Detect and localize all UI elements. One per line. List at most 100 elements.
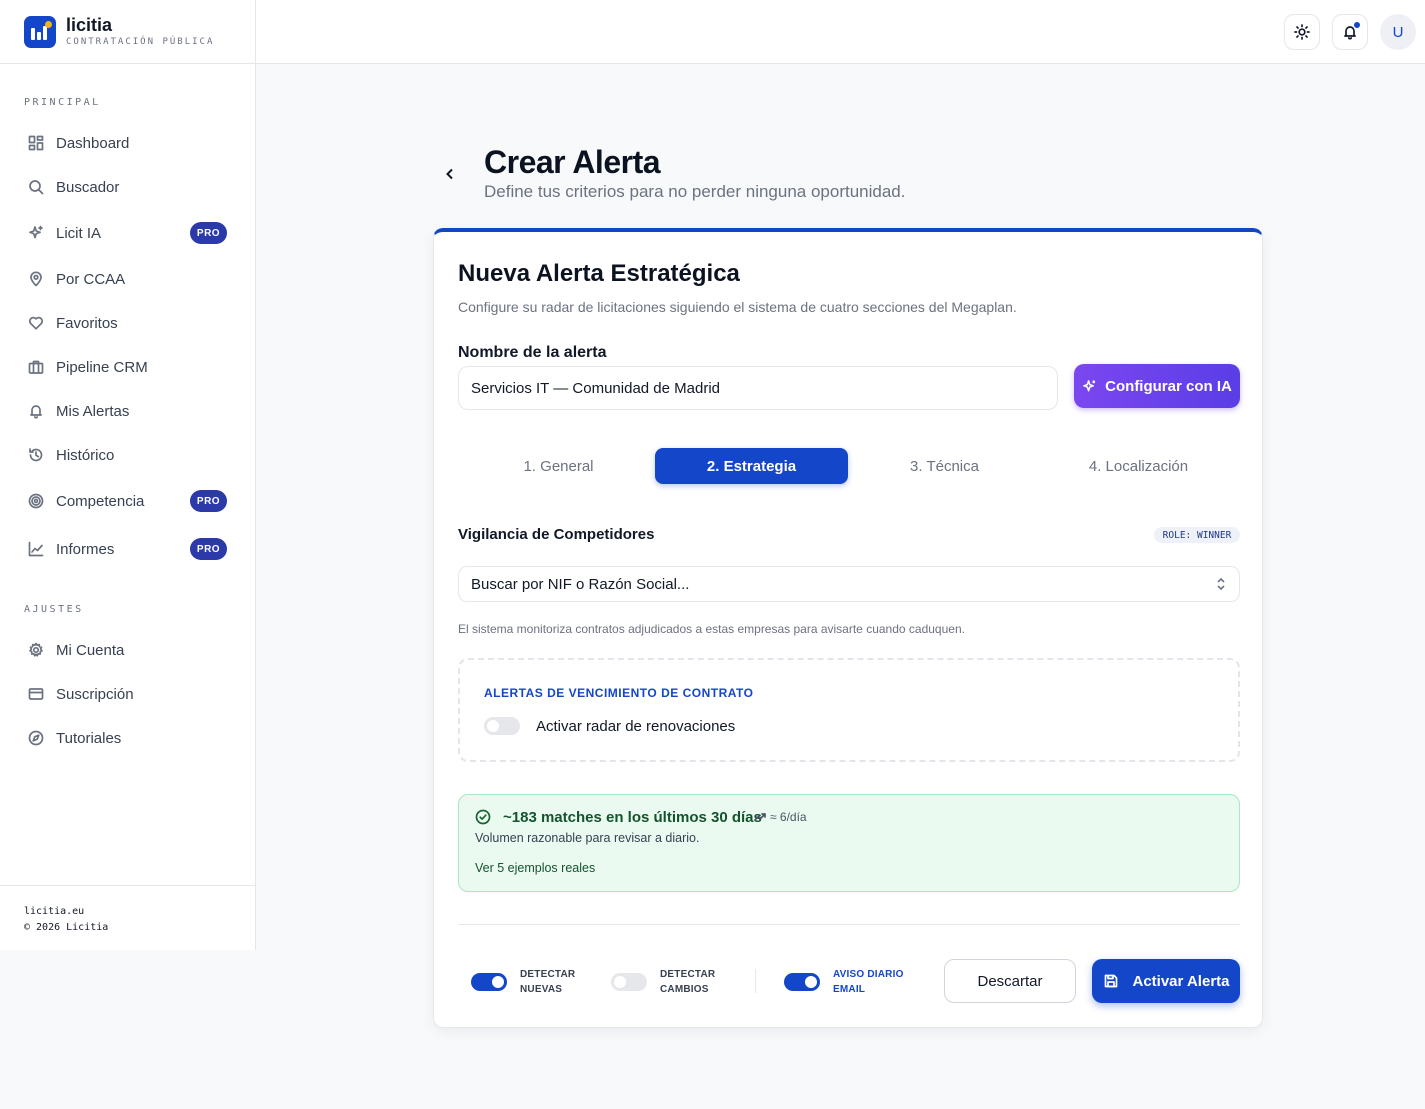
matches-rate: ≈ 6/día	[754, 810, 807, 824]
sidebar-item-dashboard[interactable]: Dashboard	[24, 125, 232, 161]
sidebar-item-informes[interactable]: Informes PRO	[24, 531, 232, 567]
sidebar-item-label: Mi Cuenta	[56, 641, 125, 659]
sidebar-item-historico[interactable]: Histórico	[24, 437, 232, 473]
target-icon	[28, 493, 44, 509]
tab-localizacion[interactable]: 4. Localización	[1042, 448, 1235, 484]
notification-dot	[1353, 21, 1361, 29]
tab-estrategia[interactable]: 2. Estrategia	[655, 448, 848, 484]
role-badge: ROLE: WINNER	[1154, 527, 1240, 543]
option-detect-new[interactable]: DETECTAR NUEVAS	[471, 967, 575, 997]
sidebar-item-label: Dashboard	[56, 134, 130, 152]
daily-email-toggle[interactable]	[784, 973, 820, 991]
expiry-alerts-box: ALERTAS DE VENCIMIENTO DE CONTRATO Activ…	[458, 658, 1240, 762]
examples-link[interactable]: Ver 5 ejemplos reales	[475, 861, 595, 875]
licitia-logo-icon	[24, 15, 56, 48]
footer-site[interactable]: licitia.eu	[24, 904, 232, 920]
compass-icon	[28, 730, 44, 746]
chevron-left-icon	[446, 168, 453, 180]
back-button[interactable]	[440, 163, 460, 185]
detect-new-toggle[interactable]	[471, 973, 507, 991]
history-icon	[28, 447, 44, 463]
sidebar-item-label: Pipeline CRM	[56, 358, 148, 376]
theme-toggle-button[interactable]	[1284, 14, 1320, 50]
search-icon	[28, 179, 44, 195]
tab-tecnica[interactable]: 3. Técnica	[848, 448, 1041, 484]
configure-ia-label: Configurar con IA	[1105, 377, 1232, 395]
brand-name: licitia	[66, 14, 113, 35]
pro-badge: PRO	[190, 222, 227, 244]
topbar: U	[256, 0, 1425, 64]
sidebar-item-licit-ia[interactable]: Licit IA PRO	[24, 215, 232, 251]
radar-label: Activar radar de renovaciones	[536, 717, 736, 735]
sidebar-footer: licitia.eu © 2026 Licitia	[0, 885, 256, 954]
sidebar-item-por-ccaa[interactable]: Por CCAA	[24, 261, 232, 297]
sidebar-item-label: Licit IA	[56, 224, 102, 242]
activate-alert-button[interactable]: Activar Alerta	[1092, 959, 1240, 1003]
section-label-main: PRINCIPAL	[24, 97, 101, 108]
sidebar-item-tutoriales[interactable]: Tutoriales	[24, 720, 232, 756]
divider	[458, 924, 1240, 925]
heart-icon	[28, 315, 44, 331]
chevron-up-down-icon	[1217, 577, 1225, 591]
sidebar: licitia CONTRATACIÓN PÚBLICA PRINCIPAL D…	[0, 0, 256, 950]
sidebar-item-label: Por CCAA	[56, 270, 126, 288]
alert-name-input[interactable]	[458, 366, 1058, 410]
sidebar-item-favoritos[interactable]: Favoritos	[24, 305, 232, 341]
check-circle-icon	[475, 809, 491, 825]
detect-changes-toggle[interactable]	[611, 973, 647, 991]
discard-button[interactable]: Descartar	[944, 959, 1076, 1003]
card-title: Nueva Alerta Estratégica	[458, 260, 740, 287]
sidebar-item-pipeline-crm[interactable]: Pipeline CRM	[24, 349, 232, 385]
matches-subtitle: Volumen razonable para revisar a diario.	[475, 831, 700, 845]
daily-email-label: AVISO DIARIO EMAIL	[833, 969, 904, 995]
sidebar-item-label: Suscripción	[56, 685, 134, 703]
page-title: Crear Alerta	[484, 144, 661, 180]
trending-up-icon	[754, 813, 766, 821]
competitor-search-select[interactable]: Buscar por NIF o Razón Social...	[458, 566, 1240, 602]
option-daily-email[interactable]: AVISO DIARIO EMAIL	[784, 967, 904, 997]
notifications-button[interactable]	[1332, 14, 1368, 50]
card-subtitle: Configure su radar de licitaciones sigui…	[458, 299, 1017, 315]
sidebar-item-label: Favoritos	[56, 314, 118, 332]
sidebar-item-buscador[interactable]: Buscador	[24, 169, 232, 205]
alert-name-label: Nombre de la alerta	[458, 344, 607, 361]
sun-icon	[1294, 24, 1310, 40]
credit-card-icon	[28, 686, 44, 702]
gear-icon	[28, 642, 44, 658]
sidebar-item-suscripcion[interactable]: Suscripción	[24, 676, 232, 712]
map-pin-icon	[28, 271, 44, 287]
brand-subtitle: CONTRATACIÓN PÚBLICA	[66, 36, 215, 47]
sidebar-item-label: Mis Alertas	[56, 402, 130, 420]
avatar[interactable]: U	[1380, 14, 1416, 50]
alert-form-card: Nueva Alerta Estratégica Configure su ra…	[433, 228, 1263, 1028]
select-placeholder: Buscar por NIF o Razón Social...	[471, 575, 690, 593]
dashboard-icon	[28, 135, 44, 151]
sidebar-item-label: Buscador	[56, 178, 120, 196]
radar-row: Activar radar de renovaciones	[484, 717, 735, 735]
tab-general[interactable]: 1. General	[462, 448, 655, 484]
sidebar-item-mi-cuenta[interactable]: Mi Cuenta	[24, 632, 232, 668]
section-title: Vigilancia de Competidores	[458, 526, 655, 543]
sparkles-icon	[28, 225, 44, 241]
footer-copyright: © 2026 Licitia	[24, 922, 109, 933]
detect-changes-label: DETECTAR CAMBIOS	[660, 969, 716, 995]
radar-toggle[interactable]	[484, 717, 520, 735]
detect-new-label: DETECTAR NUEVAS	[520, 969, 576, 995]
chart-line-icon	[28, 541, 44, 557]
pro-badge: PRO	[190, 538, 227, 560]
matches-panel: ~183 matches en los últimos 30 días ≈ 6/…	[458, 794, 1240, 892]
section-label-settings: AJUSTES	[24, 604, 84, 615]
sidebar-item-competencia[interactable]: Competencia PRO	[24, 483, 232, 519]
matches-title: ~183 matches en los últimos 30 días	[503, 809, 762, 826]
matches-rate-value: ≈ 6/día	[770, 810, 807, 824]
brand[interactable]: licitia CONTRATACIÓN PÚBLICA	[0, 0, 255, 64]
pro-badge: PRO	[190, 490, 227, 512]
activate-alert-label: Activar Alerta	[1132, 972, 1230, 990]
page-subtitle: Define tus criterios para no perder ning…	[484, 182, 906, 201]
sidebar-item-label: Tutoriales	[56, 729, 122, 747]
sidebar-item-mis-alertas[interactable]: Mis Alertas	[24, 393, 232, 429]
option-detect-changes[interactable]: DETECTAR CAMBIOS	[611, 967, 715, 997]
sparkles-icon	[1083, 379, 1096, 391]
configure-ia-button[interactable]: Configurar con IA	[1074, 364, 1240, 408]
sidebar-item-label: Competencia	[56, 492, 145, 510]
